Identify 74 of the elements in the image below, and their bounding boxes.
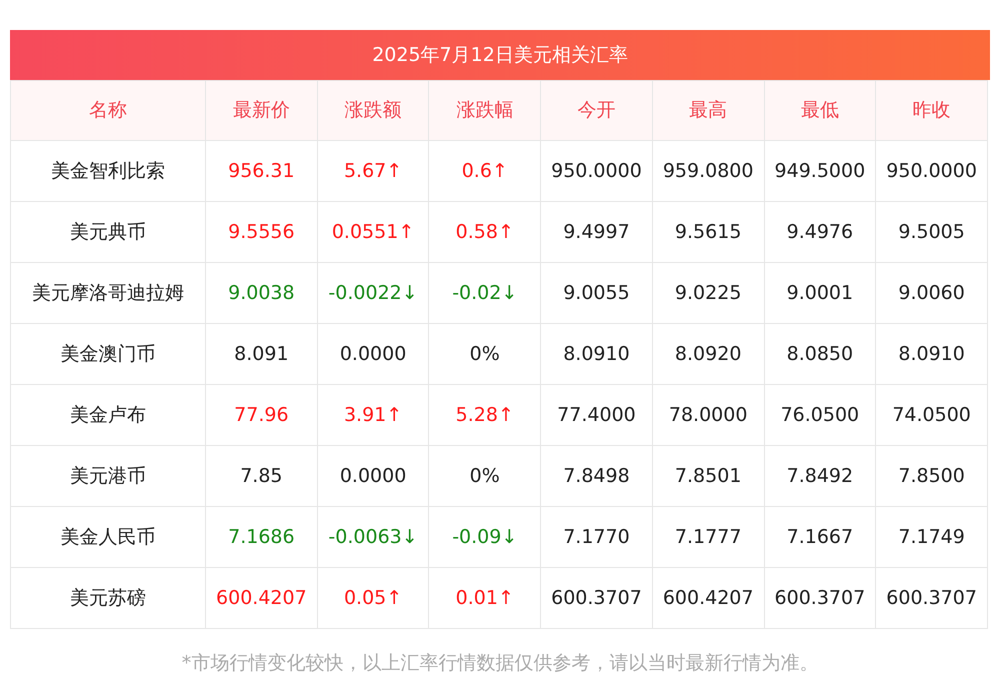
column-header: 最高 — [652, 80, 764, 140]
table-cell: 美元典币 — [10, 202, 206, 262]
table-cell: 8.0910 — [540, 324, 652, 384]
column-header: 最低 — [764, 80, 876, 140]
table-cell: 950.0000 — [540, 140, 652, 202]
table-cell: 9.0001 — [764, 262, 876, 324]
table-cell: -0.09↓ — [428, 506, 541, 568]
table-cell: 9.0060 — [876, 262, 988, 324]
table-cell: 美金澳门币 — [10, 324, 206, 384]
table-cell: 0.0551↑ — [317, 202, 429, 262]
table-cell: 8.091 — [206, 324, 318, 384]
table-cell: 0.58↑ — [428, 202, 541, 262]
table-cell: -0.0063↓ — [317, 506, 429, 568]
table-cell: 9.0055 — [540, 262, 652, 324]
footnote: *市场行情变化较快，以上汇率行情数据仅供参考，请以当时最新行情为准。 — [180, 651, 820, 676]
table-cell: 0% — [428, 324, 541, 384]
table-title: 2025年7月12日美元相关汇率 — [10, 30, 990, 80]
table-cell: 959.0800 — [652, 140, 764, 202]
table-cell: 美金人民币 — [10, 506, 206, 568]
table-cell: 0.0000 — [317, 324, 429, 384]
table-cell: 9.5556 — [206, 202, 318, 262]
table-cell: 74.0500 — [876, 384, 988, 446]
table-cell: 600.3707 — [540, 568, 652, 628]
table-cell: 7.8500 — [876, 446, 988, 506]
table-cell: 78.0000 — [652, 384, 764, 446]
column-header: 昨收 — [876, 80, 988, 140]
table-cell: 0.01↑ — [428, 568, 541, 628]
table-cell: 600.4207 — [206, 568, 318, 628]
column-header: 最新价 — [206, 80, 318, 140]
table-cell: 7.85 — [206, 446, 318, 506]
table-cell: 9.0225 — [652, 262, 764, 324]
column-header: 名称 — [10, 80, 206, 140]
table-cell: 77.4000 — [540, 384, 652, 446]
table-cell: 7.1777 — [652, 506, 764, 568]
table-cell: 美元摩洛哥迪拉姆 — [10, 262, 206, 324]
table-cell: 7.8498 — [540, 446, 652, 506]
table-cell: 8.0920 — [652, 324, 764, 384]
table-cell: -0.0022↓ — [317, 262, 429, 324]
table-cell: 5.67↑ — [317, 140, 429, 202]
table-cell: -0.02↓ — [428, 262, 541, 324]
table-cell: 7.8492 — [764, 446, 876, 506]
table-cell: 9.5615 — [652, 202, 764, 262]
column-header: 涨跌幅 — [428, 80, 541, 140]
table-cell: 9.4997 — [540, 202, 652, 262]
table-cell: 9.4976 — [764, 202, 876, 262]
table-cell: 美元港币 — [10, 446, 206, 506]
table-cell: 0% — [428, 446, 541, 506]
table-cell: 8.0910 — [876, 324, 988, 384]
table-cell: 5.28↑ — [428, 384, 541, 446]
table-cell: 600.3707 — [876, 568, 988, 628]
table-cell: 950.0000 — [876, 140, 988, 202]
table-cell: 76.0500 — [764, 384, 876, 446]
table-cell: 0.6↑ — [428, 140, 541, 202]
table-cell: 8.0850 — [764, 324, 876, 384]
table-cell: 美元苏磅 — [10, 568, 206, 628]
table-cell: 9.0038 — [206, 262, 318, 324]
table-cell: 956.31 — [206, 140, 318, 202]
table-cell: 美金卢布 — [10, 384, 206, 446]
table-cell: 7.1667 — [764, 506, 876, 568]
table-cell: 0.05↑ — [317, 568, 429, 628]
column-header: 今开 — [540, 80, 652, 140]
table-cell: 美金智利比索 — [10, 140, 206, 202]
table-cell: 7.1686 — [206, 506, 318, 568]
table-cell: 7.1749 — [876, 506, 988, 568]
table-cell: 77.96 — [206, 384, 318, 446]
table-cell: 3.91↑ — [317, 384, 429, 446]
table-cell: 9.5005 — [876, 202, 988, 262]
table-cell: 949.5000 — [764, 140, 876, 202]
table-cell: 0.0000 — [317, 446, 429, 506]
table-cell: 600.4207 — [652, 568, 764, 628]
table-cell: 7.8501 — [652, 446, 764, 506]
table-cell: 600.3707 — [764, 568, 876, 628]
column-header: 涨跌额 — [317, 80, 429, 140]
table-cell: 7.1770 — [540, 506, 652, 568]
